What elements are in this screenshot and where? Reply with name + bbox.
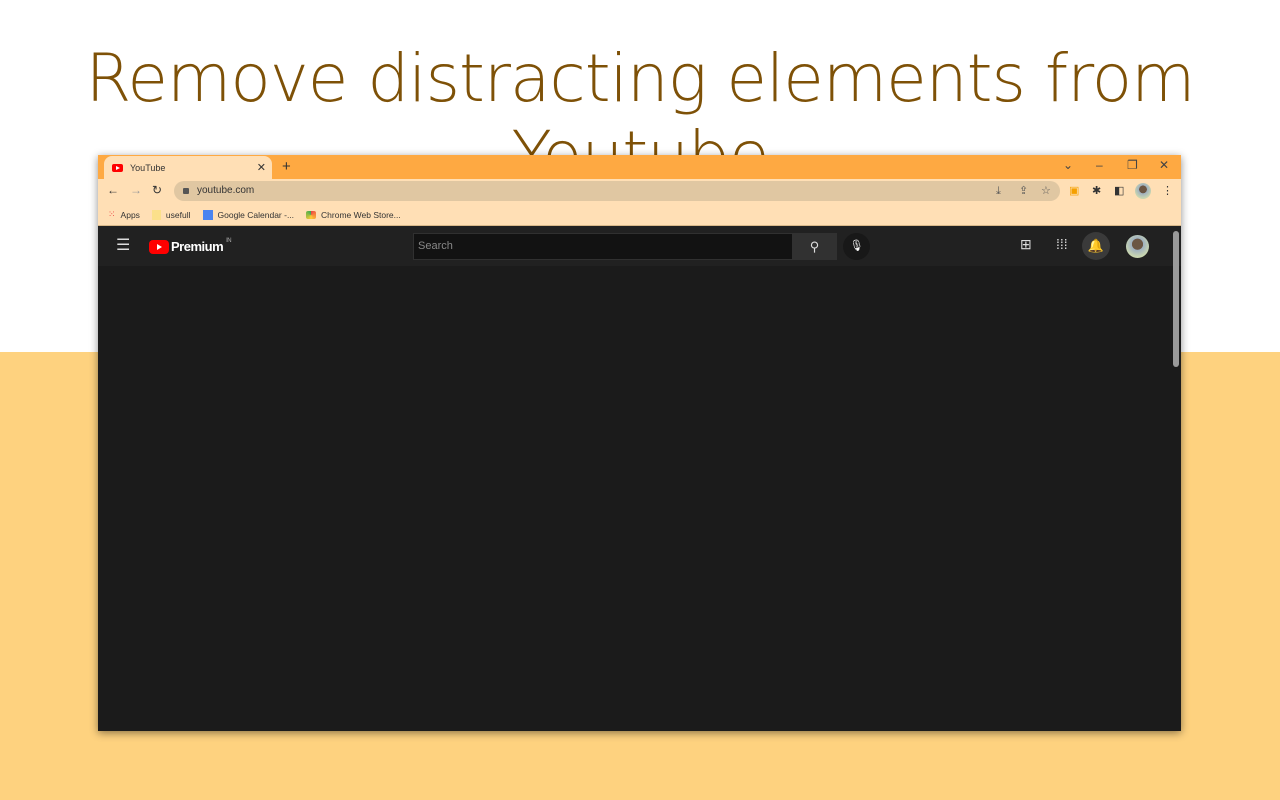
reload-button[interactable]: ↻ (152, 183, 162, 197)
url-text: youtube.com (197, 185, 255, 196)
forward-button[interactable]: → (130, 183, 142, 197)
close-tab-icon[interactable]: ✕ (257, 161, 266, 174)
folder-icon (151, 209, 161, 220)
bookmark-chrome-web-store[interactable]: Chrome Web Store... (306, 210, 401, 220)
account-avatar[interactable] (1126, 235, 1149, 258)
back-button[interactable]: ← (107, 183, 119, 197)
minimize-button[interactable]: – (1096, 158, 1103, 172)
apps-grid-icon[interactable]: ⁞⁞⁞ (1056, 236, 1068, 252)
scrollbar[interactable] (1173, 231, 1179, 367)
voice-search-button[interactable]: 🎙 (843, 233, 870, 260)
create-video-icon[interactable]: ⊞ (1020, 236, 1032, 253)
calendar-icon (202, 209, 213, 220)
new-tab-button[interactable]: + (282, 158, 291, 175)
youtube-logo[interactable]: Premium IN (149, 237, 232, 254)
bookmark-google-calendar[interactable]: Google Calendar -... (202, 209, 295, 220)
tab-bar: YouTube ✕ + ⌄ – ❐ ✕ (98, 155, 1181, 179)
web-store-icon (306, 210, 317, 219)
region-code: IN (226, 237, 232, 244)
extensions-puzzle-icon[interactable]: ✱ (1092, 184, 1101, 197)
logo-text: Premium (171, 239, 224, 254)
tab-title: YouTube (130, 162, 166, 173)
youtube-play-icon (149, 239, 169, 254)
share-icon[interactable]: ⇪ (1019, 181, 1028, 201)
bookmark-usefull[interactable]: usefull (151, 209, 191, 220)
toolbar: ← → ↻ youtube.com ⤓ ⇪ ☆ ▣ ✱ ◧ ⋮ (98, 179, 1181, 204)
hamburger-menu-icon[interactable]: ☰ (116, 235, 130, 255)
side-panel-icon[interactable]: ◧ (1114, 184, 1124, 197)
tab-search-icon[interactable]: ⌄ (1063, 158, 1073, 172)
bookmark-label: Google Calendar -... (217, 209, 295, 220)
search-input[interactable]: Search (413, 233, 793, 260)
bookmarks-bar: ⁙ Apps usefull Google Calendar -... Chrom… (98, 204, 1181, 226)
browser-window: YouTube ✕ + ⌄ – ❐ ✕ ← → ↻ youtube.com ⤓ … (98, 155, 1181, 731)
notifications-bell-icon[interactable]: 🔔 (1082, 232, 1110, 260)
apps-grid-icon: ⁙ (108, 209, 116, 219)
bookmark-label: usefull (165, 209, 191, 220)
menu-icon[interactable]: ⋮ (1162, 184, 1173, 197)
bookmark-label: Apps (120, 209, 140, 220)
install-icon[interactable]: ⤓ (996, 181, 1001, 201)
bookmark-star-icon[interactable]: ☆ (1041, 181, 1051, 201)
profile-avatar[interactable] (1135, 183, 1151, 199)
bookmark-apps[interactable]: ⁙ Apps (108, 209, 140, 220)
extension-icon[interactable]: ▣ (1069, 184, 1079, 197)
youtube-favicon-icon (112, 163, 123, 172)
lock-icon (183, 188, 189, 194)
bookmark-label: Chrome Web Store... (321, 209, 401, 220)
search-button[interactable]: ⚲ (792, 233, 837, 260)
restore-button[interactable]: ❐ (1127, 158, 1138, 172)
address-bar[interactable]: youtube.com ⤓ ⇪ ☆ (174, 181, 1060, 201)
youtube-header: ☰ Premium IN Search ⚲ 🎙 ⊞ ⁞⁞⁞ 🔔 (98, 226, 1181, 266)
close-window-button[interactable]: ✕ (1159, 158, 1169, 172)
tab-youtube[interactable]: YouTube ✕ (104, 156, 272, 179)
